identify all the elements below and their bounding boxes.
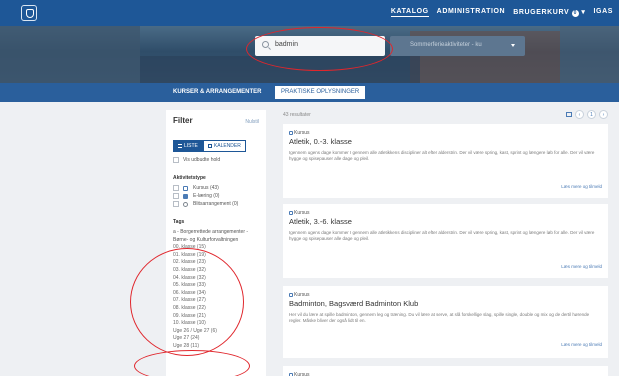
nav-administration[interactable]: ADMINISTRATION bbox=[437, 8, 506, 17]
tab-strip: KURSER & ARRANGEMENTER PRAKTISKE OPLYSNI… bbox=[0, 83, 619, 102]
calendar-icon bbox=[207, 144, 212, 148]
card-type-label: Kursus bbox=[294, 210, 310, 216]
view-toggle: LISTE KALENDER bbox=[173, 140, 259, 152]
view-calendar-label: KALENDER bbox=[213, 143, 241, 149]
view-calendar-button[interactable]: KALENDER bbox=[202, 140, 246, 152]
next-page-button[interactable]: › bbox=[599, 110, 608, 119]
tag-item[interactable]: Uge 28 (11) bbox=[173, 343, 259, 351]
prev-page-button[interactable]: ‹ bbox=[575, 110, 584, 119]
filter-sidebar: Filter Nulstil LISTE KALENDER Vis udbudt… bbox=[166, 110, 266, 376]
card-type: Kursus bbox=[289, 292, 310, 298]
nav-links: KATALOG ADMINISTRATION BRUGERKURV 0 ▾ IG… bbox=[390, 8, 613, 17]
card-title[interactable]: Badminton, Bagsværd Badminton Klub bbox=[289, 299, 418, 308]
activity-type-option[interactable]: Blitsarrangement (0) bbox=[173, 201, 259, 207]
result-card[interactable]: Kursus Atletik, 0.-3. klasse Igennem uge… bbox=[283, 124, 608, 198]
card-title[interactable]: Atletik, 0.-3. klasse bbox=[289, 137, 352, 146]
category-select-value: Sommerferieaktiviteter - ku bbox=[410, 42, 482, 48]
nav-catalog[interactable]: KATALOG bbox=[390, 8, 429, 17]
results-count: 43 resultater bbox=[283, 112, 311, 118]
card-type-label: Kursus bbox=[294, 292, 310, 298]
nav-user[interactable]: IGAS bbox=[593, 8, 613, 17]
view-list-button[interactable]: LISTE bbox=[173, 140, 203, 152]
show-completed-label: Vis udbudte hold bbox=[183, 157, 221, 163]
tag-item[interactable]: 05. klasse (33) bbox=[173, 282, 259, 290]
checkbox[interactable] bbox=[173, 185, 179, 191]
course-icon bbox=[183, 185, 188, 191]
activity-type-option[interactable]: E-læring (0) bbox=[173, 193, 259, 199]
filter-title: Filter bbox=[173, 116, 193, 125]
result-card[interactable]: Kursus Atletik, 3.-6. klasse Igennem uge… bbox=[283, 204, 608, 278]
card-title[interactable]: Atletik, 3.-6. klasse bbox=[289, 217, 352, 226]
tag-item[interactable]: Uge 26 / Uge 27 (6) bbox=[173, 328, 259, 336]
tab-practical-info[interactable]: PRAKTISKE OPLYSNINGER bbox=[275, 86, 366, 99]
tags-list: a - Borgerrettede arrangementer - Børne-… bbox=[173, 229, 259, 351]
activity-type-option[interactable]: Kursus (43) bbox=[173, 185, 259, 191]
view-list-label: LISTE bbox=[184, 143, 198, 149]
event-icon bbox=[183, 201, 188, 207]
tag-item[interactable]: Uge 27 (24) bbox=[173, 335, 259, 343]
card-type-label: Kursus bbox=[294, 130, 310, 136]
card-more-link[interactable]: Læs mere og tilmeld bbox=[561, 342, 602, 347]
list-icon bbox=[178, 144, 182, 148]
tag-item[interactable]: 02. klasse (23) bbox=[173, 259, 259, 267]
course-icon bbox=[289, 130, 293, 135]
chevron-down-icon bbox=[511, 44, 515, 47]
show-completed-option[interactable]: Vis udbudte hold bbox=[173, 157, 259, 163]
show-completed-checkbox[interactable] bbox=[173, 157, 179, 163]
checkbox[interactable] bbox=[173, 201, 179, 207]
activity-type-label: Blitsarrangement (0) bbox=[193, 201, 239, 207]
tag-item[interactable]: 10. klasse (10) bbox=[173, 320, 259, 328]
course-icon bbox=[289, 292, 293, 297]
elearning-icon bbox=[183, 193, 188, 199]
category-select[interactable]: Sommerferieaktiviteter - ku bbox=[390, 36, 525, 56]
nav-cart-label: BRUGERKURV bbox=[513, 9, 570, 16]
tag-item[interactable]: 00. klasse (15) bbox=[173, 244, 259, 252]
tag-item[interactable]: 04. klasse (32) bbox=[173, 275, 259, 283]
tag-item[interactable]: a - Borgerrettede arrangementer - Børne-… bbox=[173, 229, 259, 244]
activity-type-heading: Aktivitetstype bbox=[173, 175, 206, 181]
course-icon bbox=[289, 210, 293, 215]
activity-type-label: E-læring (0) bbox=[193, 193, 220, 199]
activity-type-label: Kursus (43) bbox=[193, 185, 219, 191]
grid-view-icon[interactable] bbox=[566, 112, 572, 117]
checkbox[interactable] bbox=[173, 193, 179, 199]
card-type: Kursus bbox=[289, 372, 310, 376]
search-icon bbox=[262, 41, 269, 48]
search-input[interactable]: badmin bbox=[275, 41, 298, 48]
card-description: Her vil du lære at spille badminton, gen… bbox=[289, 312, 590, 323]
logo-icon[interactable] bbox=[21, 5, 37, 21]
card-description: Igennem ugens dage kommer I gennem alle … bbox=[289, 230, 595, 241]
tag-item[interactable]: 06. klasse (34) bbox=[173, 290, 259, 298]
card-type-label: Kursus bbox=[294, 372, 310, 376]
card-description: Igennem ugens dage kommer I gennem alle … bbox=[289, 150, 595, 161]
search-field[interactable]: badmin bbox=[255, 36, 385, 56]
result-card[interactable]: Kursus bbox=[283, 366, 608, 376]
card-type: Kursus bbox=[289, 210, 310, 216]
top-nav: KATALOG ADMINISTRATION BRUGERKURV 0 ▾ IG… bbox=[0, 0, 619, 26]
filter-reset-link[interactable]: Nulstil bbox=[245, 119, 259, 125]
tag-item[interactable]: 08. klasse (22) bbox=[173, 305, 259, 313]
tags-heading: Tags bbox=[173, 219, 185, 225]
nav-cart[interactable]: BRUGERKURV 0 ▾ bbox=[513, 8, 585, 17]
pagination: ‹ 1 › bbox=[566, 110, 608, 119]
tag-item[interactable]: 07. klasse (27) bbox=[173, 297, 259, 305]
card-type: Kursus bbox=[289, 130, 310, 136]
tag-item[interactable]: 03. klasse (32) bbox=[173, 267, 259, 275]
tag-item[interactable]: 09. klasse (21) bbox=[173, 313, 259, 321]
hero-banner: badmin Sommerferieaktiviteter - ku bbox=[0, 26, 619, 83]
card-more-link[interactable]: Læs mere og tilmeld bbox=[561, 264, 602, 269]
current-page[interactable]: 1 bbox=[587, 110, 596, 119]
tag-item[interactable]: 01. klasse (19) bbox=[173, 252, 259, 260]
cart-badge: 0 bbox=[571, 10, 579, 17]
tab-courses-events[interactable]: KURSER & ARRANGEMENTER bbox=[173, 89, 261, 95]
card-more-link[interactable]: Læs mere og tilmeld bbox=[561, 184, 602, 189]
result-card[interactable]: Kursus Badminton, Bagsværd Badminton Klu… bbox=[283, 286, 608, 358]
